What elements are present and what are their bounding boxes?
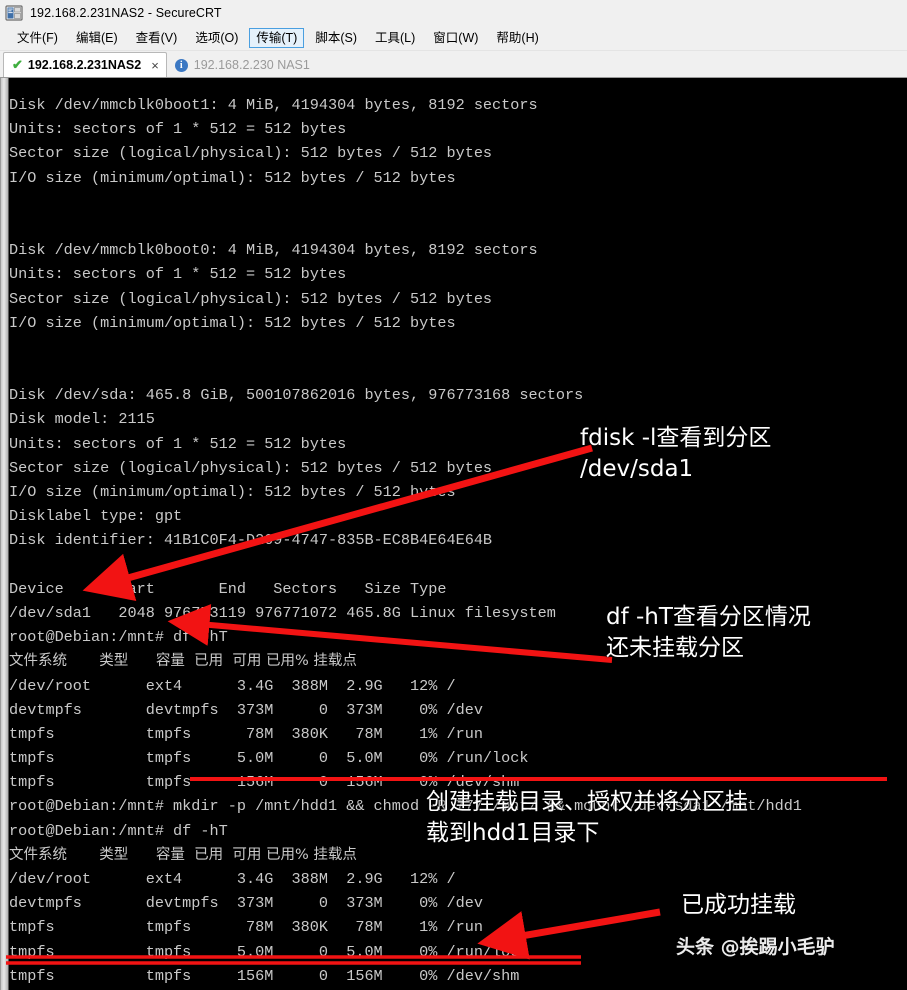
- menu-edit[interactable]: 编辑(E): [69, 28, 125, 48]
- terminal-line: Units: sectors of 1 * 512 = 512 bytes: [9, 434, 347, 453]
- menu-help[interactable]: 帮助(H): [489, 28, 545, 48]
- terminal-line: tmpfs tmpfs 156M 0 156M 0% /dev/shm: [9, 966, 520, 985]
- terminal-line: root@Debian:/mnt# df -hT: [9, 628, 228, 647]
- green-check-icon: ✔: [12, 57, 23, 72]
- terminal-line: tmpfs tmpfs 78M 380K 78M 1% /run: [9, 724, 483, 743]
- terminal-output[interactable]: Disk /dev/mmcblk0boot1: 4 MiB, 4194304 b…: [9, 78, 907, 990]
- terminal-line: Disklabel type: gpt: [9, 507, 183, 526]
- terminal-line: root@Debian:/mnt# mkdir -p /mnt/hdd1 && …: [9, 797, 802, 816]
- securecrt-window: 192.168.2.231NAS2 - SecureCRT 文件(F) 编辑(E…: [0, 0, 907, 990]
- terminal-line: /dev/root ext4 3.4G 388M 2.9G 12% /: [9, 870, 456, 888]
- window-title: 192.168.2.231NAS2 - SecureCRT: [30, 6, 222, 20]
- terminal-line: Disk /dev/sda: 465.8 GiB, 500107862016 b…: [9, 386, 584, 405]
- securecrt-icon: [5, 4, 23, 22]
- terminal-line: Units: sectors of 1 * 512 = 512 bytes: [9, 265, 347, 284]
- tab-session-nas1[interactable]: i 192.168.2.230 NAS1: [167, 53, 317, 77]
- terminal-line: tmpfs tmpfs 5.0M 0 5.0M 0% /run/lock: [9, 749, 529, 768]
- terminal-line: Sector size (logical/physical): 512 byte…: [9, 289, 493, 308]
- terminal-line: Device Start End Sectors Size Type: [9, 579, 447, 598]
- terminal-line: I/O size (minimum/optimal): 512 bytes / …: [9, 168, 456, 187]
- menu-tools[interactable]: 工具(L): [368, 28, 422, 48]
- close-icon[interactable]: ×: [151, 58, 159, 73]
- terminal-line: Disk /dev/mmcblk0boot1: 4 MiB, 4194304 b…: [9, 96, 538, 114]
- tab-bar: ✔ 192.168.2.231NAS2 × i 192.168.2.230 NA…: [0, 51, 907, 77]
- terminal-line: Units: sectors of 1 * 512 = 512 bytes: [9, 120, 347, 139]
- blue-info-icon: i: [174, 58, 188, 72]
- terminal-line: I/O size (minimum/optimal): 512 bytes / …: [9, 483, 456, 501]
- terminal-line: root@Debian:/mnt# df -hT: [9, 821, 228, 840]
- title-bar: 192.168.2.231NAS2 - SecureCRT: [0, 0, 907, 26]
- terminal-line: Sector size (logical/physical): 512 byte…: [9, 144, 493, 163]
- terminal-scrollbar[interactable]: [1, 78, 9, 990]
- menu-view[interactable]: 查看(V): [129, 28, 185, 48]
- menu-file[interactable]: 文件(F): [10, 28, 65, 48]
- terminal-line: I/O size (minimum/optimal): 512 bytes / …: [9, 313, 456, 332]
- menu-options[interactable]: 选项(O): [188, 28, 245, 48]
- menu-window[interactable]: 窗口(W): [426, 28, 485, 48]
- terminal-line: tmpfs tmpfs 5.0M 0 5.0M 0% /run/lock: [9, 942, 529, 961]
- terminal-line: Disk model: 2115: [9, 410, 155, 429]
- menu-bar: 文件(F) 编辑(E) 查看(V) 选项(O) 传输(T) 脚本(S) 工具(L…: [0, 26, 907, 51]
- terminal-line: 文件系统 类型 容量 已用 可用 已用% 挂载点: [9, 846, 357, 863]
- terminal-line: tmpfs tmpfs 156M 0 156M 0% /dev/shm: [9, 773, 520, 792]
- tab-session-nas2[interactable]: ✔ 192.168.2.231NAS2 ×: [3, 52, 167, 77]
- menu-script[interactable]: 脚本(S): [308, 28, 364, 48]
- terminal-line: devtmpfs devtmpfs 373M 0 373M 0% /dev: [9, 894, 483, 913]
- terminal-line: 文件系统 类型 容量 已用 可用 已用% 挂载点: [9, 653, 357, 670]
- tab-label-nas2: 192.168.2.231NAS2: [27, 58, 142, 72]
- tab-label-nas1: 192.168.2.230 NAS1: [193, 58, 310, 72]
- terminal-line: /dev/sda1 2048 976773119 976771072 465.8…: [9, 603, 556, 622]
- terminal-line: Disk /dev/mmcblk0boot0: 4 MiB, 4194304 b…: [9, 241, 538, 260]
- menu-transfer[interactable]: 传输(T): [249, 28, 305, 48]
- terminal-line: devtmpfs devtmpfs 373M 0 373M 0% /dev: [9, 700, 483, 719]
- terminal-pane[interactable]: Disk /dev/mmcblk0boot1: 4 MiB, 4194304 b…: [0, 77, 907, 990]
- terminal-line: Disk identifier: 41B1C0F4-D209-4747-835B…: [9, 531, 493, 550]
- terminal-line: Sector size (logical/physical): 512 byte…: [9, 458, 493, 477]
- terminal-line: tmpfs tmpfs 78M 380K 78M 1% /run: [9, 918, 483, 937]
- terminal-line: /dev/root ext4 3.4G 388M 2.9G 12% /: [9, 676, 456, 695]
